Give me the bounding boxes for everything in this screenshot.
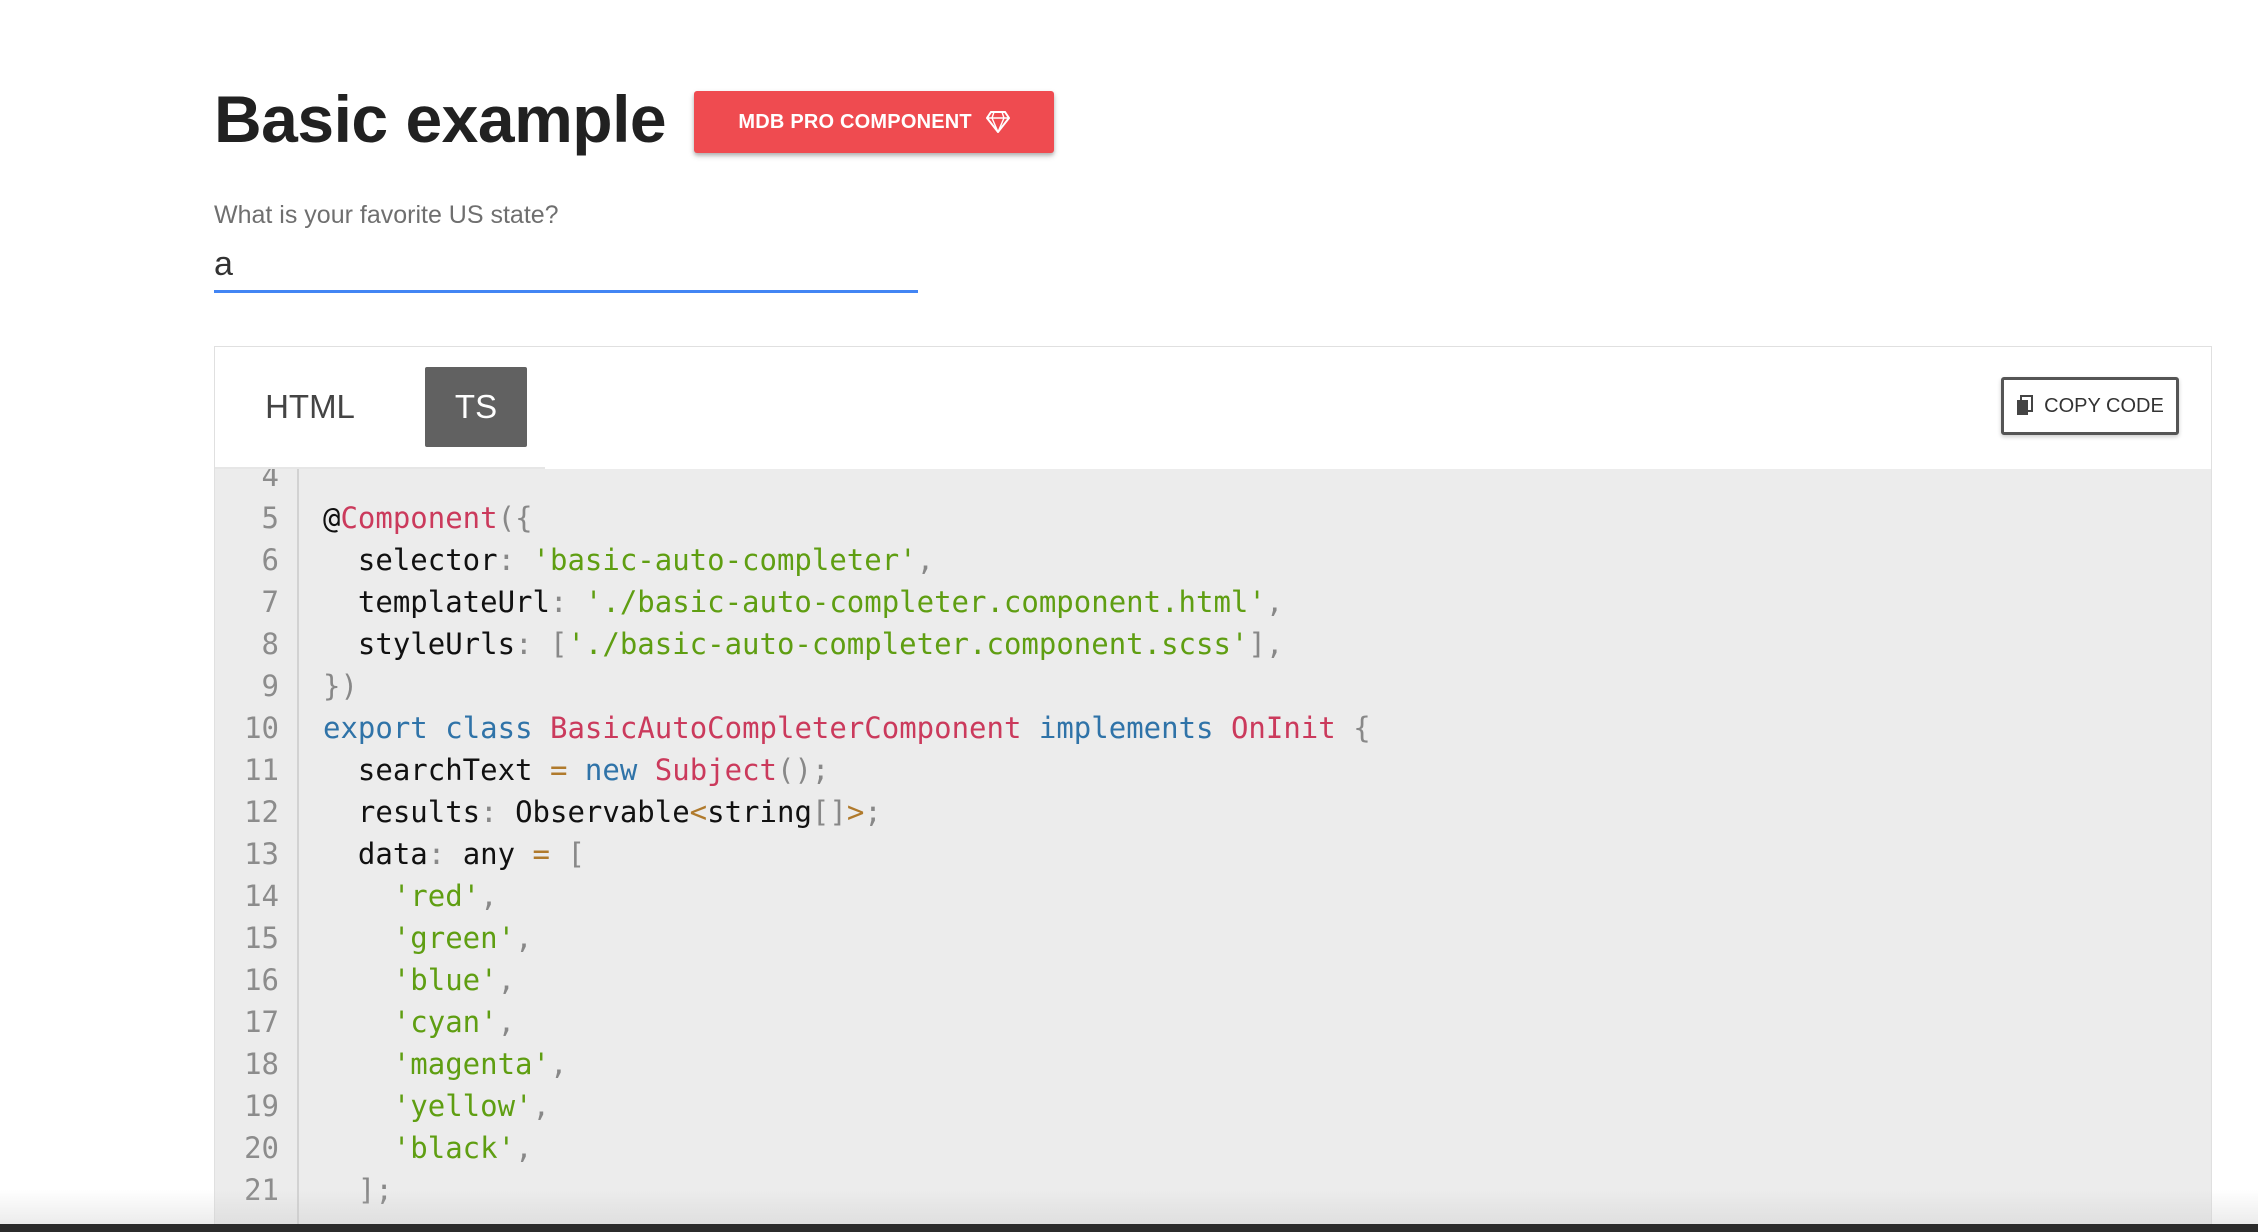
code-text: 'green', bbox=[392, 921, 533, 955]
code-text: data: any = [ bbox=[323, 837, 585, 871]
tab-html[interactable]: HTML bbox=[245, 367, 375, 447]
code-editor[interactable]: 4 5 @Component({ 6 selector: 'basic-auto-co… bbox=[215, 469, 2211, 1232]
code-text: 'blue', bbox=[392, 963, 516, 997]
page: Basic example MDB PRO COMPONENT What is … bbox=[0, 0, 2258, 1232]
line-number: 10 bbox=[244, 711, 279, 745]
code-tabs-bar: HTML TS COPY CODE bbox=[215, 347, 2211, 469]
code-text: 'yellow', bbox=[392, 1089, 550, 1123]
line-number: 11 bbox=[244, 753, 279, 787]
mdb-pro-component-button[interactable]: MDB PRO COMPONENT bbox=[694, 91, 1055, 153]
line-number: 5 bbox=[261, 501, 279, 535]
header-row: Basic example MDB PRO COMPONENT bbox=[214, 78, 1055, 160]
favorite-state-label: What is your favorite US state? bbox=[214, 201, 559, 229]
code-text: 'cyan', bbox=[392, 1005, 516, 1039]
line-number: 4 bbox=[261, 469, 279, 493]
tab-ts[interactable]: TS bbox=[425, 367, 527, 447]
line-number: 9 bbox=[261, 669, 279, 703]
code-text: }) bbox=[323, 669, 358, 703]
favorite-state-input[interactable] bbox=[214, 238, 918, 293]
code-text: searchText = new Subject(); bbox=[323, 753, 830, 787]
line-number: 7 bbox=[261, 585, 279, 619]
code-text: ]; bbox=[357, 1173, 393, 1207]
code-text: 'magenta', bbox=[392, 1047, 568, 1081]
page-title: Basic example bbox=[214, 82, 667, 156]
code-text: export class BasicAutoCompleterComponent… bbox=[323, 711, 1371, 745]
copy-code-button[interactable]: COPY CODE bbox=[2001, 377, 2179, 435]
code-text: @Component({ bbox=[323, 501, 533, 535]
code-text: selector: 'basic-auto-completer', bbox=[323, 543, 935, 577]
copy-icon bbox=[2016, 395, 2034, 417]
mdb-pro-component-label: MDB PRO COMPONENT bbox=[738, 110, 972, 133]
line-number: 18 bbox=[244, 1047, 279, 1081]
favorite-state-field: What is your favorite US state? bbox=[214, 198, 918, 293]
line-number: 21 bbox=[244, 1173, 279, 1207]
bottom-bar bbox=[0, 1224, 2258, 1232]
code-text: 'black', bbox=[392, 1131, 533, 1165]
code-text: styleUrls: ['./basic-auto-completer.comp… bbox=[323, 627, 1284, 661]
line-number: 15 bbox=[244, 921, 279, 955]
code-text: templateUrl: './basic-auto-completer.com… bbox=[323, 585, 1284, 619]
line-number: 8 bbox=[261, 627, 279, 661]
line-number: 13 bbox=[244, 837, 279, 871]
line-number: 16 bbox=[244, 963, 279, 997]
line-number: 19 bbox=[244, 1089, 279, 1123]
line-number: 12 bbox=[244, 795, 279, 829]
line-number: 6 bbox=[261, 543, 279, 577]
line-number: 14 bbox=[244, 879, 279, 913]
code-text: 'red', bbox=[392, 879, 498, 913]
line-number: 17 bbox=[244, 1005, 279, 1039]
code-text: results: Observable<string[]>; bbox=[323, 795, 882, 829]
line-number: 20 bbox=[244, 1131, 279, 1165]
gem-icon bbox=[985, 111, 1011, 134]
code-card: HTML TS COPY CODE 4 5 @Component({ 6 select… bbox=[214, 346, 2212, 1232]
copy-code-label: COPY CODE bbox=[2044, 394, 2164, 417]
